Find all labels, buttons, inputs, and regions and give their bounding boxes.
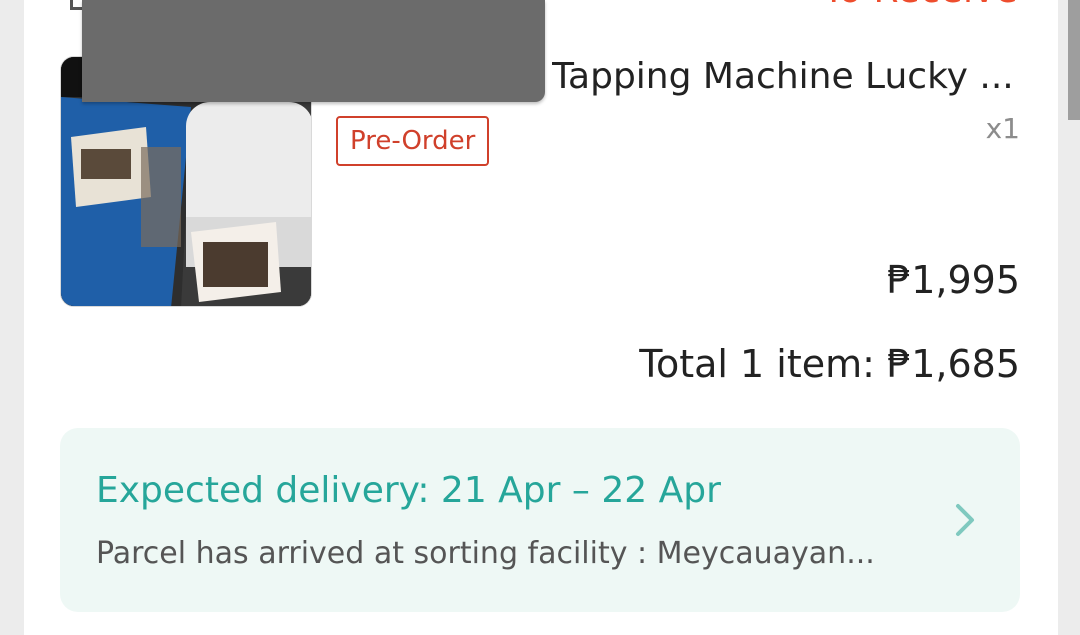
product-quantity: x1 (985, 112, 1020, 145)
order-page: To Receive Tapping Machine Lucky ... Pre… (0, 0, 1080, 635)
product-price: ₱1,995 (887, 258, 1020, 302)
order-status-label: To Receive (823, 0, 1018, 11)
tracking-status-text: Parcel has arrived at sorting facility :… (96, 536, 875, 571)
delivery-status-card[interactable]: Expected delivery: 21 Apr – 22 Apr Parce… (60, 428, 1020, 612)
scrollbar[interactable] (1068, 0, 1080, 120)
order-total: Total 1 item: ₱1,685 (639, 342, 1020, 386)
expected-delivery-text: Expected delivery: 21 Apr – 22 Apr (96, 470, 721, 511)
pre-order-badge: Pre-Order (336, 116, 490, 166)
chevron-right-icon (956, 504, 974, 536)
redacted-overlay (82, 0, 545, 102)
product-title[interactable]: Tapping Machine Lucky ... (552, 56, 1012, 97)
